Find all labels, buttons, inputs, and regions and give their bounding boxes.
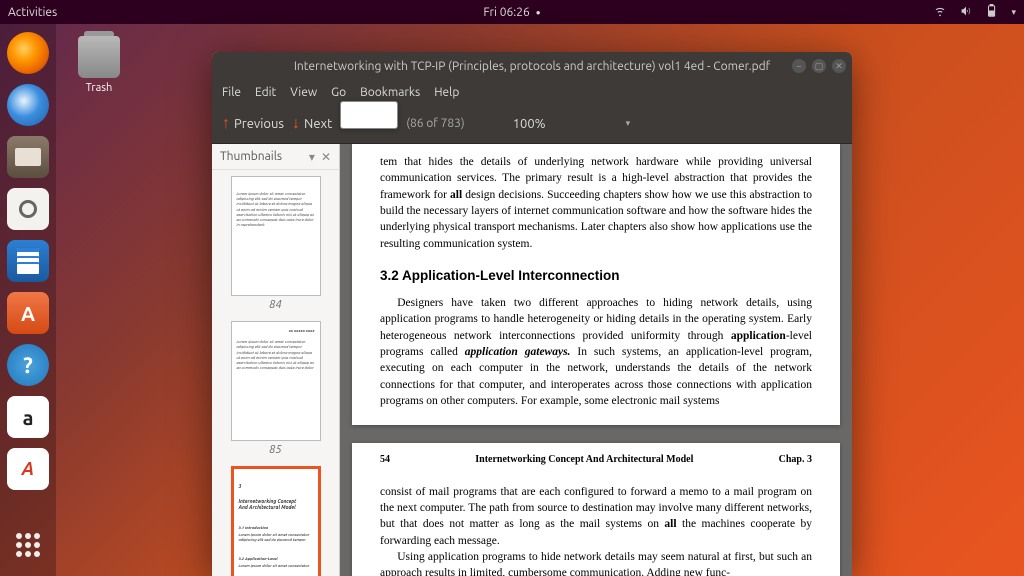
sidebar: Thumbnails ▾ ✕ Lorem ipsum dolor sit amet… xyxy=(212,144,340,576)
thumbnail-list[interactable]: Lorem ipsum dolor sit amet consectetur a… xyxy=(212,170,339,576)
menubar: File Edit View Go Bookmarks Help xyxy=(212,80,852,104)
activities-button[interactable]: Activities xyxy=(8,6,57,19)
menu-help[interactable]: Help xyxy=(434,86,459,99)
menu-go[interactable]: Go xyxy=(331,86,346,99)
trash-icon xyxy=(78,36,120,78)
trash-desktop-icon[interactable]: Trash xyxy=(78,36,120,94)
arrow-down-icon: ↓ xyxy=(292,114,300,133)
volume-icon[interactable] xyxy=(959,4,973,21)
zoom-select[interactable]: 100%▾ xyxy=(513,117,630,131)
section-heading: 3.2 Application-Level Interconnection xyxy=(380,266,812,285)
trash-label: Trash xyxy=(86,82,113,94)
menu-view[interactable]: View xyxy=(290,86,317,99)
page-current-top: tem that hides the details of underlying… xyxy=(352,144,840,425)
pdf-viewer-window: Internetworking with TCP-IP (Principles,… xyxy=(212,52,852,576)
chevron-down-icon: ▾ xyxy=(626,118,631,129)
page-count: (86 of 783) xyxy=(406,117,465,130)
power-icon[interactable]: ▾ xyxy=(1011,7,1016,18)
sidebar-header: Thumbnails ▾ ✕ xyxy=(212,144,339,170)
page-header-title: Internetworking Concept And Architectura… xyxy=(475,453,693,467)
page-next: 54 Internetworking Concept And Architect… xyxy=(352,443,840,576)
dock: A ? a A xyxy=(0,24,56,576)
amazon-icon[interactable]: a xyxy=(7,396,49,438)
battery-icon[interactable] xyxy=(985,4,999,21)
thumbnail-86[interactable]: 3Internetworking ConceptAnd Architectura… xyxy=(218,466,333,576)
thumbnail-85[interactable]: xx xxxxx xxxxLorem ipsum dolor sit amet … xyxy=(218,321,333,456)
help-icon[interactable]: ? xyxy=(7,344,49,386)
activity-icon[interactable]: A xyxy=(7,448,49,490)
titlebar[interactable]: Internetworking with TCP-IP (Principles,… xyxy=(212,52,852,80)
menu-bookmarks[interactable]: Bookmarks xyxy=(360,86,420,99)
menu-file[interactable]: File xyxy=(222,86,241,99)
files-icon[interactable] xyxy=(7,136,49,178)
show-apps-button[interactable] xyxy=(7,524,49,566)
window-title: Internetworking with TCP-IP (Principles,… xyxy=(294,60,770,73)
page-chapter: Chap. 3 xyxy=(779,453,812,467)
minimize-button[interactable]: – xyxy=(792,59,806,73)
document-view[interactable]: tem that hides the details of underlying… xyxy=(340,144,852,576)
next-button[interactable]: ↓Next xyxy=(292,114,332,133)
sidebar-menu-icon[interactable]: ▾ xyxy=(309,150,315,164)
maximize-button[interactable]: ▢ xyxy=(812,59,826,73)
thunderbird-icon[interactable] xyxy=(7,84,49,126)
menu-edit[interactable]: Edit xyxy=(255,86,276,99)
rhythmbox-icon[interactable] xyxy=(7,188,49,230)
page-number-input[interactable] xyxy=(340,101,398,129)
clock[interactable]: Fri 06:26● xyxy=(483,6,540,19)
prev-button[interactable]: ↑Previous xyxy=(222,114,284,133)
top-bar: Activities Fri 06:26● ▾ xyxy=(0,0,1024,24)
libreoffice-writer-icon[interactable] xyxy=(7,240,49,282)
thumbnail-84[interactable]: Lorem ipsum dolor sit amet consectetur a… xyxy=(218,176,333,311)
page-number: 54 xyxy=(380,453,390,467)
ubuntu-software-icon[interactable]: A xyxy=(7,292,49,334)
close-button[interactable]: ✕ xyxy=(832,59,846,73)
network-icon[interactable] xyxy=(933,4,947,21)
arrow-up-icon: ↑ xyxy=(222,114,230,133)
toolbar: ↑Previous ↓Next (86 of 783) 100%▾ xyxy=(212,104,852,144)
firefox-icon[interactable] xyxy=(7,32,49,74)
sidebar-title: Thumbnails xyxy=(220,150,282,163)
sidebar-close-icon[interactable]: ✕ xyxy=(321,150,331,164)
